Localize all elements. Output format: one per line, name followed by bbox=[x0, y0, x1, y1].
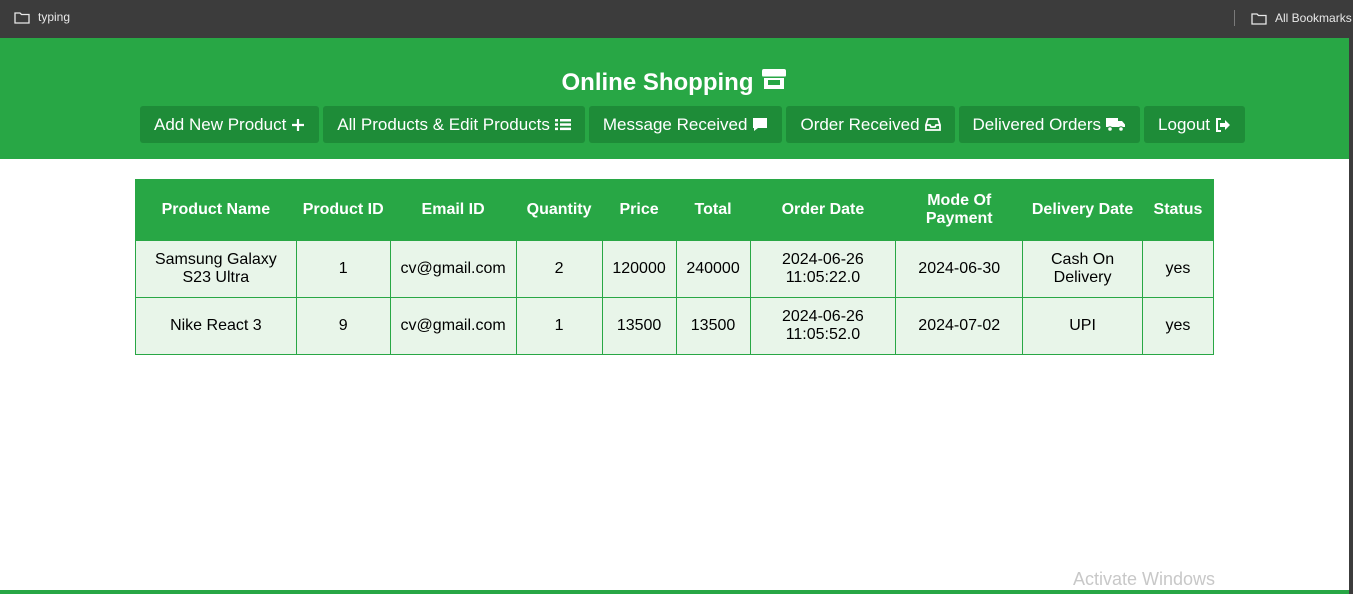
footer-bar bbox=[0, 590, 1349, 594]
table-cell: 240000 bbox=[675, 240, 751, 298]
table-cell: 2024-06-26 11:05:22.0 bbox=[749, 240, 897, 298]
table-cell: Cash On Delivery bbox=[1022, 240, 1143, 298]
table-cell: 2 bbox=[515, 240, 603, 298]
table-cell: 1 bbox=[515, 297, 603, 355]
sign-out-icon bbox=[1215, 117, 1231, 132]
table-row: Samsung Galaxy S23 Ultra 1 cv@gmail.com … bbox=[135, 240, 1215, 298]
table-cell: 13500 bbox=[601, 297, 677, 355]
table-cell: Samsung Galaxy S23 Ultra bbox=[135, 240, 297, 298]
nav-label: Message Received bbox=[602, 114, 748, 134]
table-cell: 9 bbox=[295, 297, 391, 355]
table-cell: UPI bbox=[1022, 297, 1143, 355]
bookmarks-bar: typing All Bookmarks bbox=[0, 0, 1353, 38]
nav-label: Delivered Orders bbox=[972, 114, 1102, 134]
column-header: Email ID bbox=[389, 179, 517, 241]
column-header: Status bbox=[1141, 179, 1215, 241]
table-cell: 2024-06-30 bbox=[895, 240, 1024, 298]
table-cell: cv@gmail.com bbox=[389, 297, 517, 355]
comment-icon bbox=[752, 117, 768, 132]
list-icon bbox=[554, 118, 571, 131]
table-cell: yes bbox=[1141, 297, 1215, 355]
column-header: Price bbox=[601, 179, 677, 241]
nav-label: All Products & Edit Products bbox=[337, 114, 550, 134]
logout-button[interactable]: Logout bbox=[1144, 106, 1246, 143]
all-products-button[interactable]: All Products & Edit Products bbox=[323, 106, 585, 143]
order-received-button[interactable]: Order Received bbox=[786, 106, 955, 143]
store-icon bbox=[761, 68, 787, 97]
message-received-button[interactable]: Message Received bbox=[588, 106, 783, 143]
table-cell: 13500 bbox=[675, 297, 751, 355]
bookmarks-divider bbox=[1234, 10, 1235, 26]
table-cell: 1 bbox=[295, 240, 391, 298]
column-header: Product ID bbox=[295, 179, 391, 241]
column-header: Total bbox=[675, 179, 751, 241]
nav-label: Add New Product bbox=[154, 114, 287, 134]
column-header: Quantity bbox=[515, 179, 603, 241]
main-nav: Add New Product All Products & Edit Prod… bbox=[140, 106, 1246, 143]
table-cell: cv@gmail.com bbox=[389, 240, 517, 298]
site-header: Online Shopping Add New Product All Prod… bbox=[0, 38, 1349, 159]
table-cell: yes bbox=[1141, 240, 1215, 298]
page-title: Online Shopping bbox=[0, 68, 1349, 97]
nav-label: Logout bbox=[1158, 114, 1211, 134]
table-cell: Nike React 3 bbox=[135, 297, 297, 355]
delivered-orders-button[interactable]: Delivered Orders bbox=[958, 106, 1141, 143]
window-edge bbox=[1349, 38, 1353, 594]
table-header-row: Product Name Product ID Email ID Quantit… bbox=[135, 179, 1215, 241]
all-bookmarks-link[interactable]: All Bookmarks bbox=[1275, 11, 1352, 25]
truck-icon bbox=[1106, 117, 1126, 132]
table-cell: 2024-06-26 11:05:52.0 bbox=[749, 297, 897, 355]
table-row: Nike React 3 9 cv@gmail.com 1 13500 1350… bbox=[135, 297, 1215, 355]
column-header: Product Name bbox=[135, 179, 297, 241]
page-title-text: Online Shopping bbox=[561, 68, 754, 96]
inbox-icon bbox=[924, 118, 941, 131]
column-header: Mode Of Payment bbox=[895, 179, 1024, 241]
bookmark-typing[interactable]: typing bbox=[14, 10, 70, 24]
folder-icon bbox=[14, 11, 30, 24]
orders-table: Product Name Product ID Email ID Quantit… bbox=[135, 179, 1215, 355]
activate-windows-watermark: Activate Windows bbox=[1073, 569, 1216, 589]
plus-icon bbox=[291, 118, 305, 132]
table-cell: 2024-07-02 bbox=[895, 297, 1024, 355]
table-cell: 120000 bbox=[601, 240, 677, 298]
column-header: Delivery Date bbox=[1022, 179, 1143, 241]
bookmark-label: typing bbox=[38, 10, 71, 24]
folder-icon bbox=[1251, 12, 1267, 25]
add-new-product-button[interactable]: Add New Product bbox=[140, 106, 320, 143]
column-header: Order Date bbox=[749, 179, 897, 241]
nav-label: Order Received bbox=[800, 114, 920, 134]
